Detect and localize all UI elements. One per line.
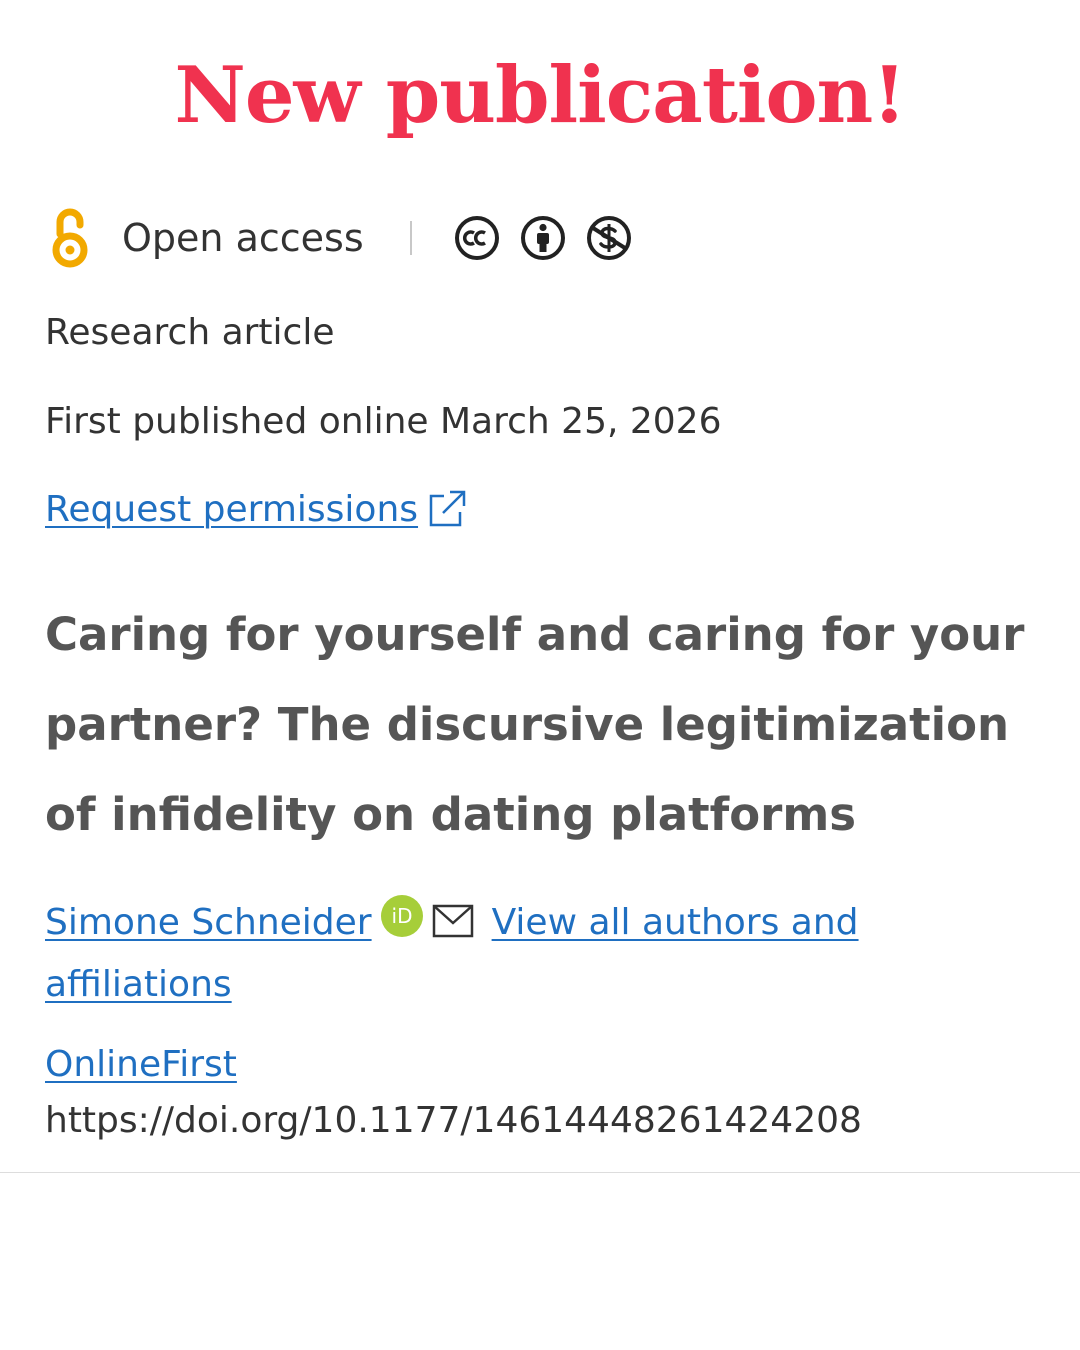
orcid-label: iD <box>391 904 412 928</box>
non-commercial-icon[interactable] <box>586 215 632 261</box>
headline: New publication! <box>174 50 907 141</box>
attribution-icon[interactable] <box>520 215 566 261</box>
article-type: Research article <box>45 312 335 353</box>
bottom-divider <box>0 1172 1080 1173</box>
open-access-icon <box>52 208 88 268</box>
publish-date: First published online March 25, 2026 <box>45 401 722 442</box>
request-permissions-label[interactable]: Request permissions <box>45 489 418 530</box>
onlinefirst-link[interactable]: OnlineFirst <box>45 1044 237 1085</box>
orcid-icon[interactable]: iD <box>380 894 424 938</box>
article-title: Caring for yourself and caring for your … <box>45 608 1025 841</box>
request-permissions-link[interactable]: Request permissions <box>45 488 468 530</box>
author-link[interactable]: Simone Schneider <box>45 902 372 943</box>
onlinefirst-label[interactable]: OnlineFirst <box>45 1044 237 1085</box>
creative-commons-icon[interactable] <box>454 215 500 261</box>
access-row: Open access <box>46 206 652 270</box>
authors-line: Simone Schneider iD View all authors and… <box>45 892 1045 1016</box>
email-icon[interactable] <box>432 904 474 938</box>
external-link-icon <box>429 490 466 527</box>
divider <box>409 221 412 255</box>
doi-text: https://doi.org/10.1177/1461444826142420… <box>45 1100 862 1141</box>
open-access-label: Open access <box>122 216 364 260</box>
